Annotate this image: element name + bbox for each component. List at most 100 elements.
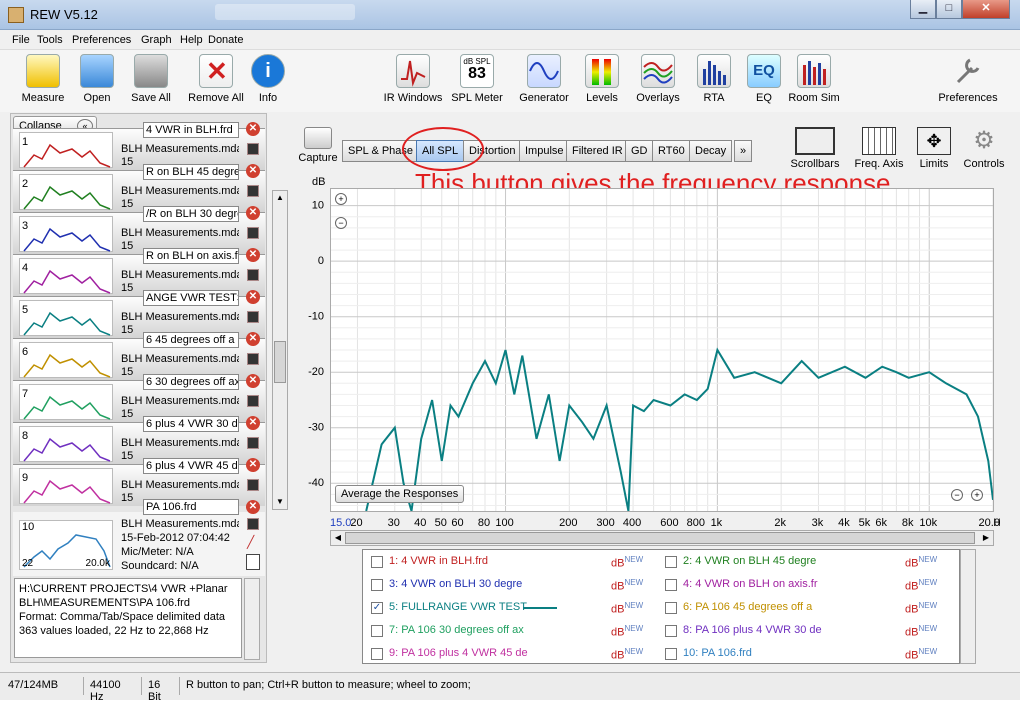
edit-icon[interactable] — [247, 518, 259, 530]
measurement-file: BLH Measurements.mdat — [121, 311, 239, 323]
x-tick-label: 20 — [350, 517, 362, 529]
measurement-name-field[interactable]: R on BLH 45 degre — [143, 164, 239, 180]
tab-filtered-ir[interactable]: Filtered IR — [566, 140, 629, 162]
legend-checkbox[interactable] — [371, 625, 383, 637]
scroll-right-icon[interactable]: ▶ — [979, 531, 993, 545]
legend-checkbox[interactable] — [665, 556, 677, 568]
selected-name-field[interactable]: PA 106.frd — [143, 499, 239, 515]
legend-checkbox[interactable] — [665, 625, 677, 637]
legend-checkbox[interactable]: ✓ — [371, 602, 383, 614]
measurement-name-field[interactable]: 6 plus 4 VWR 30 de — [143, 416, 239, 432]
edit-icon[interactable] — [247, 143, 259, 155]
legend-checkbox[interactable] — [665, 602, 677, 614]
tab-more[interactable]: » — [734, 140, 753, 162]
remove-measurement-icon[interactable]: ✕ — [246, 248, 260, 262]
remove-measurement-icon[interactable]: ✕ — [246, 290, 260, 304]
measurement-name-field[interactable]: R on BLH on axis.fr — [143, 248, 239, 264]
menu-help[interactable]: Help — [180, 34, 203, 46]
remove-measurement-icon[interactable]: ✕ — [246, 164, 260, 178]
legend-item-label: 5: FULLRANGE VWR TEST — [389, 601, 527, 613]
legend-checkbox[interactable] — [665, 648, 677, 660]
measurement-date: 15 — [121, 366, 134, 378]
measurement-name-field[interactable]: ANGE VWR TESTS . — [143, 290, 239, 306]
zoom-out-x-icon[interactable]: − — [951, 489, 963, 501]
menu-donate[interactable]: Donate — [208, 34, 243, 46]
info-button[interactable]: i Info — [233, 54, 303, 104]
scroll-up-icon[interactable]: ▲ — [273, 191, 287, 205]
save-all-button[interactable]: Save All — [116, 54, 186, 104]
remove-measurement-icon[interactable]: ✕ — [246, 500, 260, 514]
measurement-name-field[interactable]: /R on BLH 30 degre — [143, 206, 239, 222]
scroll-down-icon[interactable]: ▼ — [273, 495, 287, 509]
edit-icon[interactable] — [247, 185, 259, 197]
remove-icon: ✕ — [199, 54, 233, 88]
tab-rt60[interactable]: RT60 — [652, 140, 691, 162]
main-toolbar: Measure Open Save All ✕ Remove All i Info … — [0, 50, 1020, 112]
minimize-button[interactable]: ▁ — [910, 0, 936, 19]
legend-scrollbar[interactable] — [960, 549, 976, 664]
x-tick-label: 600 — [660, 517, 678, 529]
menu-file[interactable]: File — [12, 34, 30, 46]
close-window-button[interactable]: ✕ — [962, 0, 1010, 19]
menu-tools[interactable]: Tools — [37, 34, 63, 46]
remove-measurement-icon[interactable]: ✕ — [246, 332, 260, 346]
measurement-name-field[interactable]: 6 plus 4 VWR 45 de — [143, 458, 239, 474]
horizontal-scrollbar[interactable]: ◀ ▶ — [330, 530, 994, 546]
x-tick-label: 8k — [902, 517, 914, 529]
info-scrollbar[interactable] — [244, 578, 260, 660]
notes-icon[interactable] — [246, 554, 260, 570]
remove-measurement-icon[interactable]: ✕ — [246, 206, 260, 220]
menu-preferences[interactable]: Preferences — [72, 34, 131, 46]
remove-measurement-icon[interactable]: ✕ — [246, 416, 260, 430]
plot-area[interactable]: + − Average the Responses − + — [330, 188, 994, 512]
edit-icon[interactable] — [247, 353, 259, 365]
tab-gd[interactable]: GD — [625, 140, 654, 162]
horizontal-scroll-thumb[interactable] — [345, 532, 975, 544]
tab-impulse[interactable]: Impulse — [519, 140, 570, 162]
tab-decay[interactable]: Decay — [689, 140, 733, 162]
maximize-button[interactable]: □ — [936, 0, 962, 19]
limits-button[interactable]: ✥ Limits — [912, 127, 956, 170]
legend-checkbox[interactable] — [371, 648, 383, 660]
zoom-in-x-icon[interactable]: + — [971, 489, 983, 501]
x-tick-label: 6k — [875, 517, 887, 529]
measurement-name-field[interactable]: 6 45 degrees off a — [143, 332, 239, 348]
selected-measurement[interactable]: 10 22 20.0k PA 106.frd ✕ BLH Measurement… — [13, 499, 265, 576]
legend-checkbox[interactable] — [665, 579, 677, 591]
x-tick-label: 20.0k — [979, 517, 1000, 529]
edit-icon[interactable] — [247, 479, 259, 491]
remove-measurement-icon[interactable]: ✕ — [246, 458, 260, 472]
capture-button[interactable]: Capture — [298, 127, 338, 164]
menu-graph[interactable]: Graph — [141, 34, 172, 46]
controls-button[interactable]: ⚙ Controls — [960, 127, 1008, 170]
measurement-name-field[interactable]: 4 VWR in BLH.frd — [143, 122, 239, 138]
zoom-in-icon[interactable]: + — [335, 193, 347, 205]
scroll-thumb[interactable] — [274, 341, 286, 383]
preferences-button[interactable]: Preferences — [932, 54, 1004, 104]
measurements-scrollbar[interactable]: ▲ ▼ — [272, 190, 288, 510]
average-responses-button[interactable]: Average the Responses — [335, 485, 465, 503]
remove-measurement-icon[interactable]: ✕ — [246, 374, 260, 388]
freq-axis-button[interactable]: Freq. Axis — [850, 127, 908, 170]
room-sim-button[interactable]: Room Sim — [779, 54, 849, 104]
legend-item-label: 10: PA 106.frd — [683, 647, 752, 659]
legend-checkbox[interactable] — [371, 556, 383, 568]
overlays-icon — [641, 54, 675, 88]
spl-meter-button[interactable]: dB SPL 83 SPL Meter — [442, 54, 512, 104]
edit-icon[interactable] — [247, 437, 259, 449]
scroll-left-icon[interactable]: ◀ — [331, 531, 345, 545]
zoom-out-icon[interactable]: − — [335, 217, 347, 229]
measurement-number: 6 — [22, 346, 29, 358]
window-title: REW V5.12 — [30, 7, 98, 22]
sine-wave-icon — [527, 54, 561, 88]
ir-windows-button[interactable]: IR Windows — [378, 54, 448, 104]
legend-checkbox[interactable] — [371, 579, 383, 591]
edit-icon[interactable] — [247, 227, 259, 239]
edit-icon[interactable] — [247, 269, 259, 281]
edit-icon[interactable] — [247, 395, 259, 407]
measurement-name-field[interactable]: 6 30 degrees off ax — [143, 374, 239, 390]
remove-measurement-icon[interactable]: ✕ — [246, 122, 260, 136]
scrollbars-button[interactable]: Scrollbars — [790, 127, 840, 170]
edit-icon[interactable] — [247, 311, 259, 323]
pencil-icon[interactable]: ╱ — [247, 536, 259, 548]
